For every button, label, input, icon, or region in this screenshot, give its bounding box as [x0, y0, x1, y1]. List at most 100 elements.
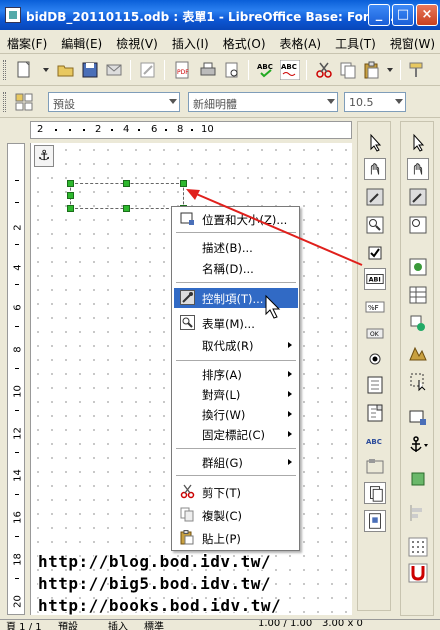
resize-handle[interactable] — [123, 205, 130, 212]
position-size-icon[interactable] — [407, 406, 429, 428]
resize-handle[interactable] — [180, 180, 187, 187]
context-menu: 位置和大小(Z)... 描述(B)... 名稱(D)... 控制項(T)... … — [171, 206, 300, 551]
open-folder-icon[interactable] — [56, 60, 76, 80]
menu-item-form[interactable]: 表單(M)... — [174, 313, 298, 333]
menu-item-label: 對齊(L) — [202, 388, 241, 402]
menu-tools[interactable]: 工具(T) — [328, 30, 383, 52]
form-design-icon[interactable] — [364, 510, 386, 532]
status-page: 頁 1 / 1 — [6, 622, 42, 630]
control-properties-icon[interactable] — [364, 186, 386, 208]
select-pointer-icon[interactable] — [407, 132, 429, 154]
menu-item-position-size[interactable]: 位置和大小(Z)... — [174, 209, 298, 229]
snap-to-grid-icon[interactable] — [407, 562, 429, 584]
format-paintbrush-icon[interactable] — [406, 60, 426, 80]
bring-to-front-icon[interactable] — [407, 468, 429, 490]
text-box-icon[interactable]: ABI — [364, 268, 386, 290]
chevron-down-icon — [327, 99, 335, 104]
maximize-button[interactable]: □ — [392, 4, 414, 26]
svg-text:OK: OK — [370, 331, 380, 338]
menu-file[interactable]: 檔案(F) — [0, 30, 54, 52]
minimize-button[interactable]: _ — [368, 4, 390, 26]
menu-item-anchor[interactable]: 固定標記(C) — [174, 424, 298, 444]
toolbar-grip[interactable] — [3, 92, 6, 112]
menu-insert[interactable]: 插入(I) — [165, 30, 216, 52]
push-button-icon[interactable]: OK — [364, 322, 386, 344]
design-mode-icon[interactable] — [364, 158, 386, 180]
menu-item-name[interactable]: 名稱(D)... — [174, 258, 298, 278]
form-properties-icon[interactable] — [407, 214, 429, 236]
menu-item-align[interactable]: 對齊(L) — [174, 384, 298, 404]
add-field-icon[interactable] — [407, 284, 429, 306]
svg-text:%F: %F — [368, 304, 379, 312]
menu-item-arrange[interactable]: 排序(A) — [174, 364, 298, 384]
edit-mode-icon[interactable] — [138, 60, 158, 80]
menu-item-control[interactable]: 控制項(T)... — [174, 288, 298, 308]
menu-window[interactable]: 視窗(W) — [383, 30, 440, 52]
status-selection-mode[interactable]: 標準 — [144, 620, 164, 630]
design-mode-icon[interactable] — [407, 158, 429, 180]
autospellcheck-icon[interactable]: ABC — [280, 60, 300, 80]
ruler-label: 14 — [12, 469, 24, 482]
form-properties-icon[interactable] — [364, 214, 386, 236]
export-pdf-icon[interactable]: PDF — [172, 60, 192, 80]
styles-icon[interactable] — [14, 92, 34, 112]
paste-icon[interactable] — [362, 60, 382, 80]
svg-text:ABI: ABI — [369, 277, 381, 284]
alignment-icon[interactable] — [407, 502, 429, 524]
toolbar-grip[interactable] — [3, 60, 6, 80]
menu-item-replace-with[interactable]: 取代成(R) — [174, 335, 298, 355]
more-controls-icon[interactable] — [364, 482, 386, 504]
group-box-icon[interactable] — [364, 456, 386, 478]
spellcheck-icon[interactable]: ABC — [256, 60, 276, 80]
checkbox-icon[interactable] — [364, 242, 386, 264]
anchor-icon[interactable] — [407, 434, 429, 456]
save-icon[interactable] — [80, 60, 100, 80]
show-grid-icon[interactable] — [407, 536, 429, 558]
menu-item-cut[interactable]: 剪下(T) — [174, 482, 298, 502]
control-properties-icon[interactable] — [407, 186, 429, 208]
menu-item-paste[interactable]: 貼上(P) — [174, 528, 298, 548]
list-box-icon[interactable] — [364, 374, 386, 396]
paragraph-style-select[interactable]: 預設 — [48, 92, 180, 112]
form-navigator-icon[interactable] — [407, 256, 429, 278]
new-document-icon[interactable] — [14, 60, 34, 80]
label-field-icon[interactable]: ABC — [364, 430, 386, 452]
formatted-field-icon[interactable]: %F — [364, 296, 386, 318]
form-properties-icon — [180, 315, 195, 330]
menu-table[interactable]: 表格(A) — [273, 30, 329, 52]
font-size-select[interactable]: 10.5 — [344, 92, 406, 112]
vertical-ruler[interactable]: 2 4 6 8 10 12 14 16 18 20 — [7, 143, 25, 615]
auto-control-focus-icon[interactable] — [407, 370, 429, 392]
print-preview-icon[interactable] — [222, 60, 242, 80]
activation-order-icon[interactable] — [407, 312, 429, 334]
horizontal-ruler[interactable]: 2 2 4 6 8 10 — [30, 121, 352, 139]
option-button-icon[interactable] — [364, 348, 386, 370]
anchor-icon[interactable]: ⚓ — [34, 145, 54, 167]
resize-handle[interactable] — [67, 180, 74, 187]
ruler-label: 6 — [151, 124, 158, 135]
resize-handle[interactable] — [123, 180, 130, 187]
open-design-mode-icon[interactable] — [407, 342, 429, 364]
formatting-toolbar: 預設 新細明體 10.5 — [0, 86, 440, 118]
menu-item-description[interactable]: 描述(B)... — [174, 237, 298, 257]
select-pointer-icon[interactable] — [364, 132, 386, 154]
resize-handle[interactable] — [67, 205, 74, 212]
menu-view[interactable]: 檢視(V) — [109, 30, 165, 52]
resize-handle[interactable] — [67, 192, 74, 199]
cut-icon[interactable] — [314, 60, 334, 80]
close-button[interactable]: × — [416, 4, 438, 26]
font-name-select[interactable]: 新細明體 — [188, 92, 338, 112]
menu-item-copy[interactable]: 複製(C) — [174, 505, 298, 525]
menu-edit[interactable]: 編輯(E) — [54, 30, 109, 52]
menu-format[interactable]: 格式(O) — [216, 30, 273, 52]
status-insert-mode[interactable]: 插入 — [108, 620, 128, 630]
copy-icon[interactable] — [338, 60, 358, 80]
dropdown-arrow-icon[interactable] — [384, 60, 404, 80]
menu-item-label: 排序(A) — [202, 368, 242, 382]
print-icon[interactable] — [198, 60, 218, 80]
email-icon[interactable] — [104, 60, 124, 80]
menu-item-wrap[interactable]: 換行(W) — [174, 404, 298, 424]
menu-item-group[interactable]: 群組(G) — [174, 452, 298, 472]
chevron-down-icon — [395, 99, 403, 104]
combo-box-icon[interactable] — [364, 402, 386, 424]
